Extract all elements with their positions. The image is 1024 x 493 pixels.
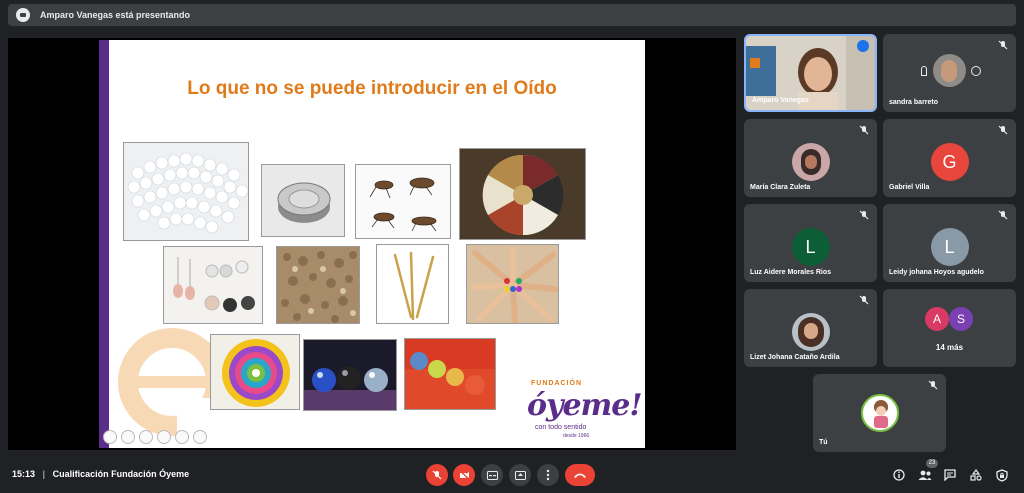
photo-toothpicks <box>376 244 449 324</box>
participant-tile-lizet[interactable]: Lizet Johana Cataño Ardila <box>744 289 877 367</box>
self-tile[interactable]: Tú <box>813 374 946 452</box>
mic-off-icon <box>859 125 869 135</box>
logo-tagline: con todo sentido <box>535 424 587 431</box>
participant-tile-sandra[interactable]: sandra barreto <box>883 34 1016 112</box>
avatar-s: S <box>949 307 973 331</box>
captions-icon <box>486 470 498 480</box>
bottom-toolbar: 15:13 | Cualificación Fundación Óyeme 23 <box>0 458 1024 493</box>
camera-off-icon <box>459 470 469 480</box>
slide-prev-icon[interactable] <box>103 430 117 444</box>
slide-zoom-icon[interactable] <box>175 430 189 444</box>
mic-off-icon <box>928 380 938 390</box>
mic-toggle-button[interactable] <box>426 464 448 486</box>
presenting-text: Amparo Vanegas está presentando <box>40 10 191 20</box>
activities-button[interactable] <box>968 467 984 483</box>
avatar <box>860 394 899 432</box>
participant-name: Lizet Johana Cataño Ardila <box>750 354 840 361</box>
participant-name: Luz Aidere Morales Rios <box>750 269 832 276</box>
chat-icon <box>944 469 956 481</box>
slide-next-icon[interactable] <box>121 430 135 444</box>
participant-name: sandra barreto <box>889 99 939 106</box>
logo-fundacion-text: FUNDACIÓN <box>531 380 582 387</box>
speaking-indicator-icon <box>857 40 869 52</box>
slide-controls <box>103 430 207 444</box>
mic-off-icon <box>998 40 1008 50</box>
avatar <box>791 143 830 181</box>
pin-icon[interactable] <box>921 66 927 76</box>
present-screen-button[interactable] <box>509 464 531 486</box>
clock-time: 15:13 <box>12 469 36 479</box>
shield-lock-icon <box>996 468 1008 482</box>
participants-button[interactable] <box>917 467 933 483</box>
photo-play-dough-balls <box>404 338 496 410</box>
participant-tile-luz[interactable]: L Luz Aidere Morales Rios <box>744 204 877 282</box>
presenting-banner: Amparo Vanegas está presentando <box>8 4 1016 26</box>
present-screen-icon <box>514 470 526 480</box>
more-vert-icon <box>546 469 550 481</box>
avatar-a: A <box>925 307 949 331</box>
sandra-thumbnail <box>933 54 966 87</box>
avatar: L <box>930 228 969 266</box>
meet-window: Amparo Vanegas está presentando Lo que n… <box>0 0 1024 493</box>
separator: | <box>42 469 46 479</box>
more-participants-label: 14 más <box>935 343 964 352</box>
meeting-details-button[interactable] <box>891 467 907 483</box>
presentation-stage[interactable]: Lo que no se puede introducir en el Oído <box>8 38 736 450</box>
participant-name: Leidy johana Hoyos agudelo <box>889 269 984 276</box>
participant-tile-leidy[interactable]: L Leidy johana Hoyos agudelo <box>883 204 1016 282</box>
participants-count-badge: 23 <box>926 459 938 468</box>
photo-button-battery <box>261 164 345 237</box>
photo-pearl-earrings <box>163 246 263 324</box>
people-icon <box>918 470 932 480</box>
avatar: L <box>791 228 830 266</box>
more-options-icon[interactable] <box>971 66 981 76</box>
photo-beaded-mandala <box>210 334 300 410</box>
photo-seeds-beans <box>459 148 586 240</box>
participant-name: María Clara Zuleta <box>750 184 811 191</box>
chat-button[interactable] <box>942 467 958 483</box>
slide-pen-icon[interactable] <box>139 430 153 444</box>
mic-off-icon <box>859 210 869 220</box>
participant-tile-maria[interactable]: María Clara Zuleta <box>744 119 877 197</box>
meeting-title: Cualificación Fundación Óyeme <box>52 469 190 479</box>
host-controls-button[interactable] <box>994 467 1010 483</box>
fundacion-oyeme-logo: FUNDACIÓN óyeme! con todo sentido desde … <box>527 370 643 442</box>
slide-more-icon[interactable] <box>193 430 207 444</box>
presentation-icon <box>16 8 30 22</box>
captions-button[interactable] <box>481 464 503 486</box>
participant-name: Amparo Vanegas <box>752 97 809 104</box>
slide-title: Lo que no se puede introducir en el Oído <box>187 78 557 99</box>
slide-grid-icon[interactable] <box>157 430 171 444</box>
photo-gravel <box>276 246 360 324</box>
logo-brand-text: óyeme! <box>527 388 643 423</box>
hang-up-icon <box>574 473 586 478</box>
participant-name: Gabriel Villa <box>889 184 930 191</box>
mic-off-icon <box>998 125 1008 135</box>
participant-name: Tú <box>819 439 828 446</box>
photo-styrofoam-balls <box>123 142 249 241</box>
avatar: G <box>930 143 969 181</box>
meeting-time-title: 15:13 | Cualificación Fundación Óyeme <box>12 469 189 479</box>
mic-off-icon <box>859 295 869 305</box>
leave-call-button[interactable] <box>565 464 595 486</box>
avatar <box>791 313 830 351</box>
mic-off-icon <box>998 210 1008 220</box>
participant-tile-amparo[interactable]: Amparo Vanegas <box>744 34 877 112</box>
participant-tile-gabriel[interactable]: G Gabriel Villa <box>883 119 1016 197</box>
slide-accent-stripe <box>99 40 109 448</box>
photo-colored-pencils <box>466 244 559 324</box>
photo-insects <box>355 164 451 239</box>
photo-marbles <box>303 339 397 411</box>
info-icon <box>893 469 905 481</box>
presentation-slide: Lo que no se puede introducir en el Oído <box>99 40 645 448</box>
camera-toggle-button[interactable] <box>453 464 475 486</box>
more-options-button[interactable] <box>537 464 559 486</box>
logo-since: desde 1966 <box>563 433 590 439</box>
mic-off-icon <box>432 470 442 480</box>
activities-icon <box>970 469 982 481</box>
more-participants-tile[interactable]: A S 14 más <box>883 289 1016 367</box>
